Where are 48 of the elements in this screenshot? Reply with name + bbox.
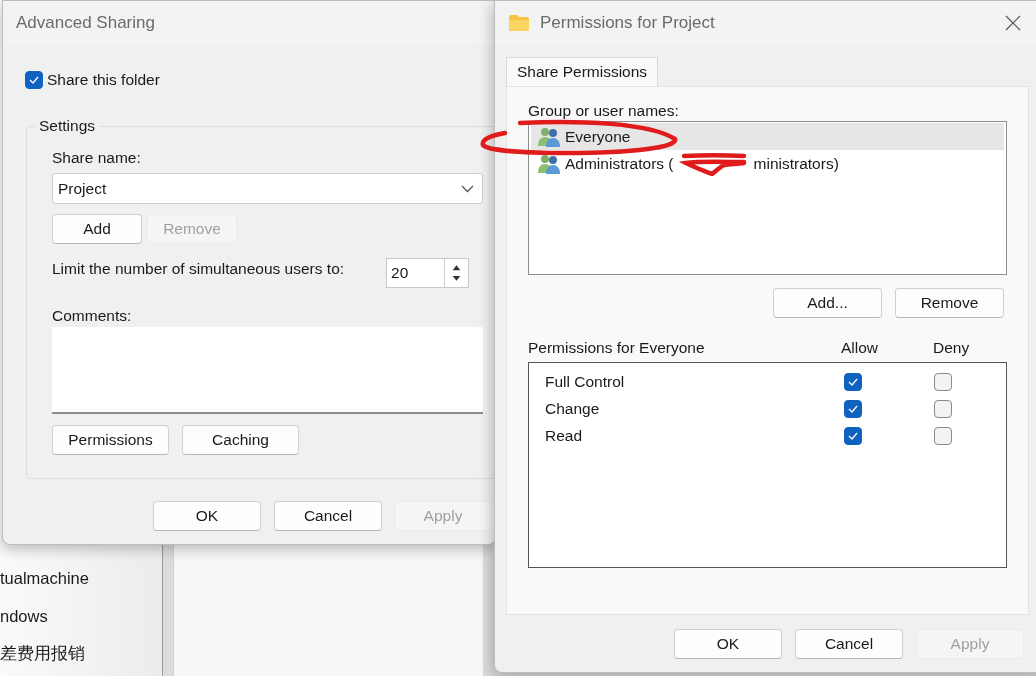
user-list-item[interactable]: Administrators ( ministrators): [531, 150, 1004, 177]
deny-checkbox[interactable]: [934, 426, 952, 445]
user-list-item[interactable]: Everyone: [531, 123, 1004, 150]
permission-name: Change: [545, 399, 601, 418]
caching-button[interactable]: Caching: [182, 425, 299, 455]
users-icon: [537, 153, 561, 174]
nav-item[interactable]: tualmachine: [0, 563, 162, 601]
folder-icon: [508, 14, 530, 32]
share-name-dropdown[interactable]: Project: [52, 173, 483, 204]
add-button[interactable]: Add...: [773, 288, 882, 318]
nav-item[interactable]: ndows: [0, 600, 162, 639]
checkmark-icon: [848, 377, 858, 386]
comments-field[interactable]: [52, 327, 483, 414]
field-label: Share name:: [52, 149, 141, 166]
add-button[interactable]: Add: [52, 214, 142, 244]
deny-checkbox[interactable]: [934, 399, 952, 418]
field-label: Limit the number of simultaneous users to:: [52, 260, 345, 278]
window-title: Advanced Sharing: [16, 13, 155, 33]
user-limit-spinner[interactable]: 20: [386, 258, 470, 288]
allow-checkbox[interactable]: [844, 372, 862, 391]
users-icon: [537, 126, 561, 147]
window-title: Permissions for Project: [540, 13, 715, 33]
permission-name: Read: [545, 426, 584, 445]
chevron-down-icon: [461, 184, 474, 193]
nav-item[interactable]: 差费用报销: [0, 638, 162, 676]
checkmark-icon: [29, 76, 39, 84]
field-label: Comments:: [52, 307, 132, 324]
allow-checkbox[interactable]: [844, 399, 862, 418]
allow-checkbox[interactable]: [844, 426, 862, 445]
cancel-button[interactable]: Cancel: [274, 501, 382, 531]
share-checkbox[interactable]: [25, 71, 43, 89]
ok-button[interactable]: OK: [674, 629, 782, 659]
tab[interactable]: Share Permissions: [506, 57, 659, 86]
checkmark-icon: [848, 431, 858, 440]
cancel-button[interactable]: Cancel: [795, 629, 903, 659]
ok-button[interactable]: OK: [153, 501, 261, 531]
close-icon[interactable]: [1005, 15, 1021, 31]
column-header: Deny: [933, 339, 970, 357]
column-header: Allow: [841, 339, 880, 357]
list-label: Permissions for Everyone: [528, 339, 706, 357]
permission-name: Full Control: [545, 372, 626, 391]
list-label: Group or user names:: [528, 102, 679, 119]
checkmark-icon: [848, 404, 858, 413]
permissions-button[interactable]: Permissions: [52, 425, 169, 455]
deny-checkbox[interactable]: [934, 372, 952, 391]
remove-button[interactable]: Remove: [895, 288, 1004, 318]
group-legend: Settings: [35, 117, 99, 135]
checkbox-label: Share this folder: [47, 71, 160, 89]
